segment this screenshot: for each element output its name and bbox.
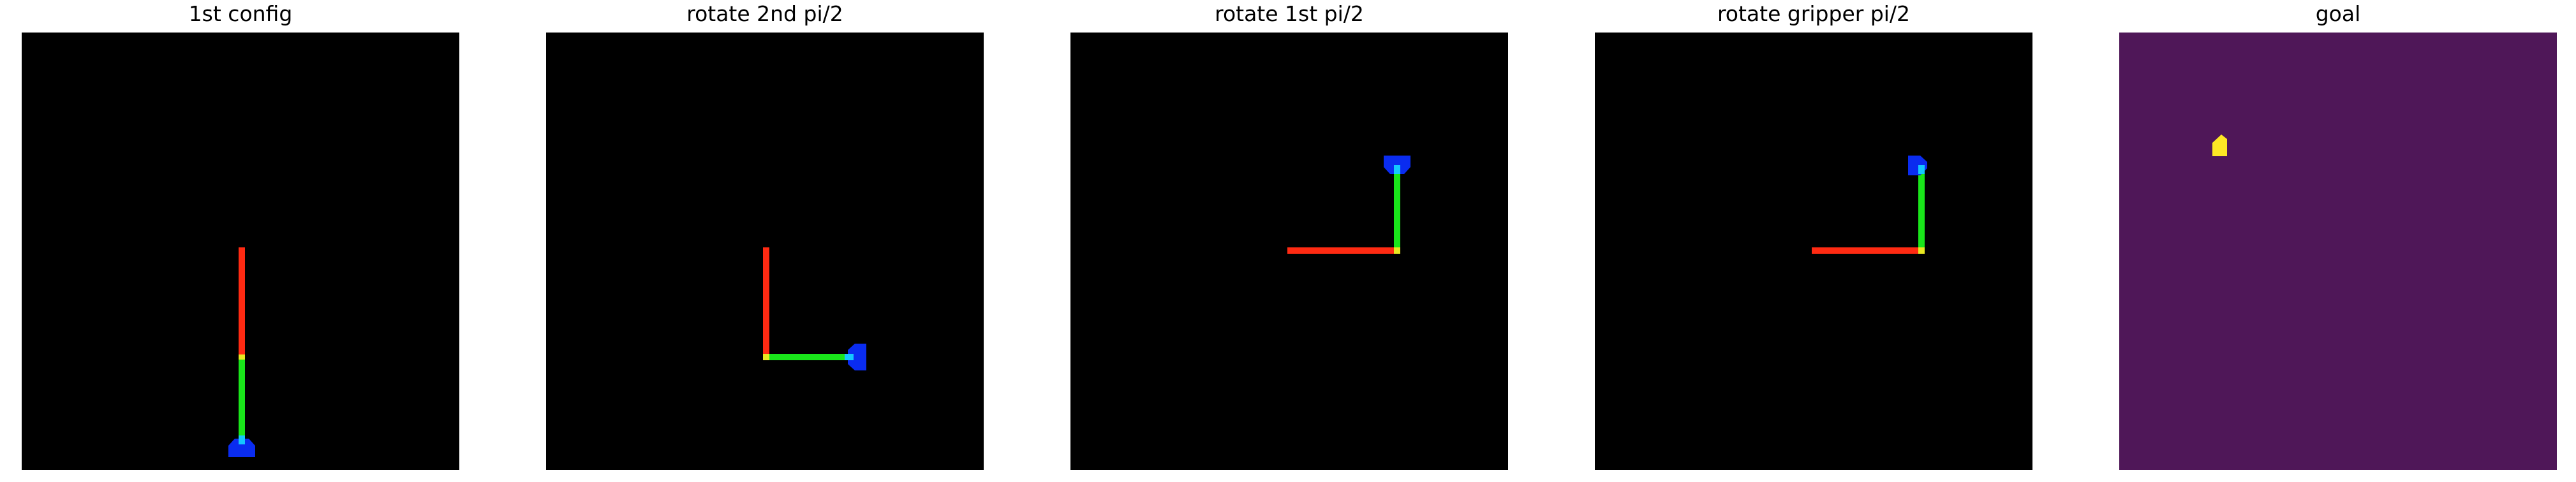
panel-title: rotate gripper pi/2 <box>1717 1 1911 26</box>
arm-link-2 <box>1918 164 1925 251</box>
canvas-background <box>2119 33 2557 470</box>
panel-rotate-gripper: rotate gripper pi/2 <box>1595 0 2032 482</box>
panel-title: 1st config <box>188 1 293 26</box>
goal-canvas <box>2119 33 2557 470</box>
panel-first-config: 1st config <box>22 0 459 482</box>
arm-link-1 <box>239 247 245 357</box>
arm-config-canvas <box>22 33 459 470</box>
arm-link-2 <box>766 354 854 360</box>
gripper-tip <box>1918 165 1925 174</box>
arm-config-canvas <box>1070 33 1508 470</box>
arm-config-canvas <box>546 33 984 470</box>
gripper-tip <box>239 435 245 444</box>
panel-rotate-first: rotate 1st pi/2 <box>1070 0 1508 482</box>
panel-title: rotate 2nd pi/2 <box>686 1 843 26</box>
arm-config-canvas <box>1595 33 2032 470</box>
arm-link-2 <box>1394 164 1400 251</box>
panel-title: goal <box>2315 1 2361 26</box>
gripper-tip <box>1394 165 1400 174</box>
gripper-tip <box>845 354 854 360</box>
panel-rotate-second: rotate 2nd pi/2 <box>546 0 984 482</box>
arm-link-2 <box>239 357 245 444</box>
arm-joint <box>239 354 245 360</box>
panel-goal: goal <box>2119 0 2557 482</box>
arm-joint <box>1394 247 1400 254</box>
arm-link-1 <box>763 247 769 357</box>
arm-joint <box>763 354 769 360</box>
arm-link-1 <box>1287 247 1397 254</box>
panel-title: rotate 1st pi/2 <box>1215 1 1364 26</box>
arm-joint <box>1918 247 1925 254</box>
arm-link-1 <box>1812 247 1921 254</box>
